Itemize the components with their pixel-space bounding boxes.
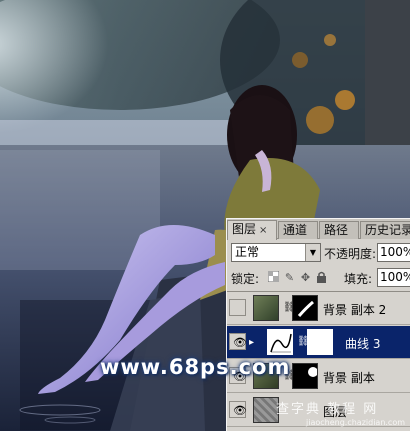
watermark-site-en: jiaocheng.chazidian.com [306,418,406,427]
checker-lock-icon[interactable] [267,270,280,284]
tab-layers[interactable]: 图层 × [227,220,277,240]
opacity-input[interactable]: 100% [377,243,410,262]
chevron-down-icon[interactable]: ▼ [305,244,320,261]
padlock-icon[interactable] [315,271,328,284]
chevron-right-icon: ▸ [249,337,255,348]
visibility-toggle[interactable] [229,299,246,316]
visibility-toggle[interactable]: 👁 [229,401,247,418]
tab-channels[interactable]: 通道 [278,221,318,239]
fill-input[interactable]: 100% [377,268,410,287]
blend-mode-value: 正常 [235,245,260,259]
watermark-url: www.68ps.com [100,355,291,379]
tab-layers-label: 图层 [232,222,257,236]
watermark-site-cn: 查字典 教程 网 [276,402,379,417]
tab-channels-label: 通道 [283,223,308,237]
curves-adjustment-icon[interactable] [267,329,293,355]
layer-mask-thumbnail[interactable] [292,363,318,389]
layer-row[interactable]: ⛓ 背景 副本 2 [227,292,410,325]
panel-tab-bar: 图层 × 通道 路径 历史记录 [227,219,410,240]
lock-row: 锁定: ✎ ✥ 填充: 100% [227,267,410,289]
layer-mask-thumbnail[interactable] [292,295,318,321]
eye-icon: 👁 [233,336,247,349]
layer-name[interactable]: 背景 副本 2 [323,301,386,318]
opacity-label: 不透明度: [324,247,377,261]
tab-paths-label: 路径 [324,223,349,237]
blend-row: 正常 ▼ 不透明度: 100% [227,241,410,265]
brush-lock-icon[interactable]: ✎ [283,271,296,284]
lock-label: 锁定: [231,272,260,286]
move-lock-icon[interactable]: ✥ [299,271,312,284]
layer-mask-thumbnail[interactable] [307,329,333,355]
tab-paths[interactable]: 路径 [319,221,359,239]
tab-history[interactable]: 历史记录 [360,221,410,239]
tab-history-label: 历史记录 [365,223,410,237]
blend-mode-select[interactable]: 正常 ▼ [231,243,321,262]
close-icon[interactable]: × [259,225,267,236]
layer-name[interactable]: 曲线 3 [345,335,380,352]
layer-thumbnail [253,295,279,321]
visibility-toggle[interactable]: 👁 [229,333,247,350]
layer-name[interactable]: 背景 副本 [323,369,375,386]
fill-label: 填充: [344,272,373,286]
eye-icon: 👁 [233,404,247,417]
